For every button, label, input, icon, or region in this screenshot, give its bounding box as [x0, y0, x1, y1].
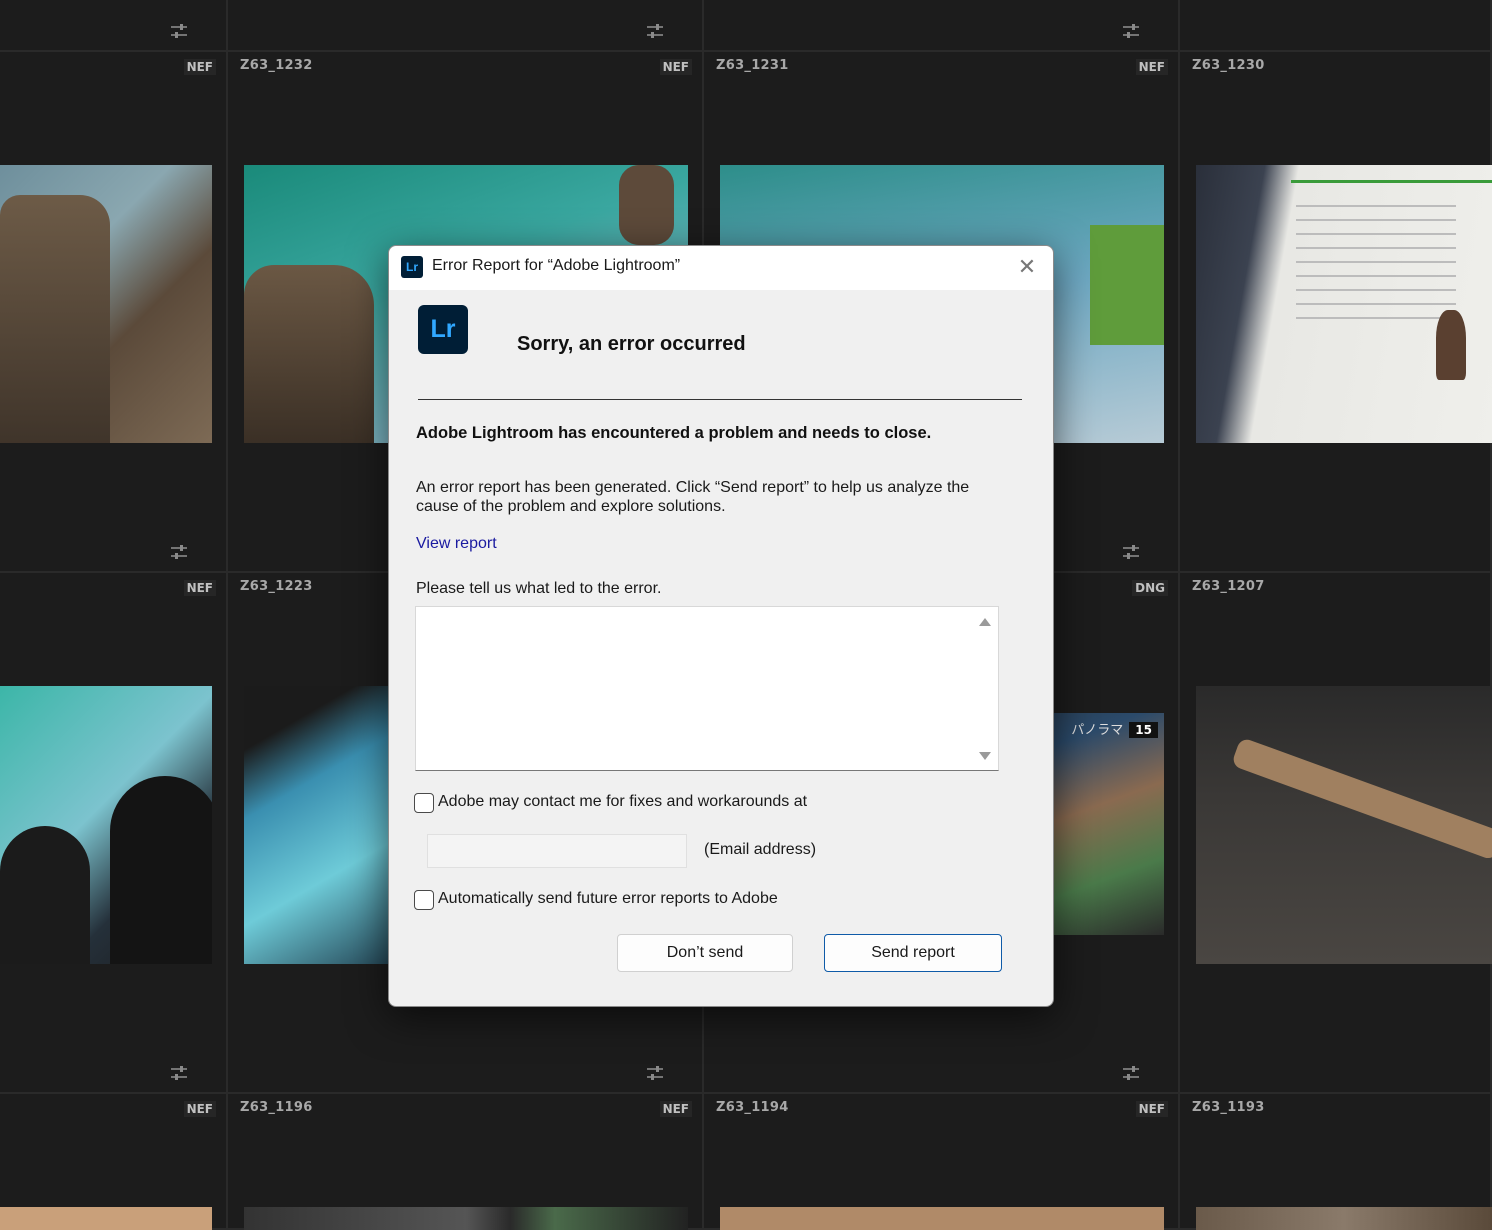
dinosaur-skeleton	[1230, 736, 1492, 861]
person-silhouette	[110, 776, 212, 964]
green-panel	[1090, 225, 1164, 345]
filename-label: Z63_1223	[240, 579, 313, 594]
green-line	[1291, 180, 1492, 183]
grid-cell[interactable]	[228, 0, 704, 52]
fossil-shape	[619, 165, 674, 245]
fossil-shape	[244, 265, 374, 443]
photo-thumbnail[interactable]	[244, 1207, 688, 1230]
dialog-title: Error Report for “Adobe Lightroom”	[432, 257, 681, 274]
photo-thumbnail[interactable]	[1196, 165, 1492, 443]
error-report-dialog: Lr Error Report for “Adobe Lightroom” ✕ …	[388, 245, 1054, 1007]
grid-cell[interactable]: NEF	[0, 52, 228, 573]
filename-label: Z63_1232	[240, 58, 313, 73]
grid-cell[interactable]	[704, 0, 1180, 52]
filename-label: Z63_1207	[1192, 579, 1265, 594]
person-silhouette	[0, 826, 90, 964]
adjust-icon[interactable]	[170, 24, 188, 38]
adjust-icon[interactable]	[1122, 1066, 1140, 1080]
contact-checkbox[interactable]	[414, 793, 434, 813]
lightroom-logo: Lr	[418, 305, 468, 354]
divider	[418, 399, 1022, 400]
filename-label: Z63_1231	[716, 58, 789, 73]
fossil-shape	[0, 195, 110, 443]
send-report-button[interactable]: Send report	[824, 934, 1002, 972]
grid-cell[interactable]: Z63_1193	[1180, 1094, 1492, 1230]
adjust-icon[interactable]	[170, 545, 188, 559]
filename-label: Z63_1230	[1192, 58, 1265, 73]
filetype-badge: NEF	[1135, 59, 1168, 75]
filetype-badge: NEF	[1135, 1101, 1168, 1117]
photo-thumbnail[interactable]	[0, 686, 212, 964]
panorama-label: パノラマ	[1071, 723, 1124, 738]
grid-cell[interactable]: NEF	[0, 1094, 228, 1230]
photo-thumbnail[interactable]	[0, 1207, 212, 1230]
adjust-icon[interactable]	[170, 1066, 188, 1080]
filename-label: Z63_1194	[716, 1100, 789, 1115]
adjust-icon[interactable]	[1122, 24, 1140, 38]
grid-cell[interactable]	[0, 0, 228, 52]
auto-send-checkbox[interactable]	[414, 890, 434, 910]
lightroom-app-icon: Lr	[401, 256, 423, 278]
adjust-icon[interactable]	[1122, 545, 1140, 559]
error-heading: Sorry, an error occurred	[517, 333, 746, 355]
adjust-icon[interactable]	[646, 24, 664, 38]
grid-cell[interactable]: Z63_1194 NEF	[704, 1094, 1180, 1230]
email-label: (Email address)	[704, 841, 817, 858]
panel-text-lines	[1296, 205, 1456, 325]
filetype-badge: NEF	[183, 59, 216, 75]
dont-send-button[interactable]: Don’t send	[617, 934, 793, 972]
dialog-titlebar[interactable]: Lr Error Report for “Adobe Lightroom” ✕	[389, 246, 1053, 290]
view-report-link[interactable]: View report	[416, 535, 497, 553]
email-field[interactable]	[427, 834, 687, 868]
contact-checkbox-label[interactable]: Adobe may contact me for fixes and worka…	[438, 793, 807, 811]
grid-cell[interactable]: Z63_1230	[1180, 52, 1492, 573]
filetype-badge: NEF	[659, 59, 692, 75]
photo-thumbnail[interactable]	[1196, 1207, 1492, 1230]
grid-cell[interactable]: Z63_1207	[1180, 573, 1492, 1094]
error-summary: Adobe Lightroom has encountered a proble…	[416, 424, 932, 442]
description-textarea[interactable]	[416, 607, 973, 770]
filename-label: Z63_1196	[240, 1100, 313, 1115]
filetype-badge: DNG	[1132, 580, 1168, 596]
grid-cell[interactable]: Z63_1196 NEF	[228, 1094, 704, 1230]
filetype-badge: NEF	[183, 580, 216, 596]
fossil-shape	[1436, 310, 1466, 380]
scroll-down-arrow-icon[interactable]	[979, 752, 991, 760]
error-description: An error report has been generated. Clic…	[416, 479, 970, 515]
panorama-count: 15	[1129, 722, 1158, 738]
filetype-badge: NEF	[183, 1101, 216, 1117]
photo-thumbnail[interactable]	[1196, 686, 1492, 964]
filename-label: Z63_1193	[1192, 1100, 1265, 1115]
adjust-icon[interactable]	[646, 1066, 664, 1080]
grid-cell[interactable]	[1180, 0, 1492, 52]
description-box	[415, 606, 999, 771]
scroll-up-arrow-icon[interactable]	[979, 618, 991, 626]
close-icon[interactable]: ✕	[1015, 256, 1039, 280]
panorama-badge: パノラマ 15	[1071, 719, 1158, 738]
auto-send-checkbox-label[interactable]: Automatically send future error reports …	[438, 890, 778, 908]
photo-thumbnail[interactable]	[720, 1207, 1164, 1230]
photo-thumbnail[interactable]	[0, 165, 212, 443]
description-prompt: Please tell us what led to the error.	[416, 580, 662, 597]
description-scrollbar[interactable]	[973, 607, 998, 770]
grid-cell[interactable]: NEF	[0, 573, 228, 1094]
filetype-badge: NEF	[659, 1101, 692, 1117]
